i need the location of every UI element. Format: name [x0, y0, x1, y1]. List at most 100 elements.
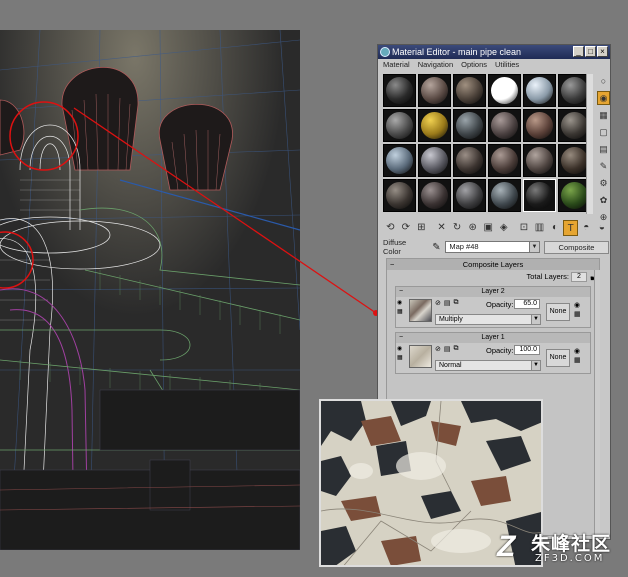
watermark-url: ZF3D.COM: [535, 553, 605, 564]
toolbar-separator: [430, 220, 434, 236]
opacity-label: Opacity:: [486, 346, 514, 355]
layer-map-thumbnail[interactable]: [409, 345, 432, 368]
menu-navigation[interactable]: Navigation: [418, 59, 453, 71]
delete-layer-icon[interactable]: ⊘: [435, 345, 441, 353]
show-map-icon[interactable]: ⊡: [517, 220, 532, 236]
diffuse-label: Diffuse Color: [383, 238, 407, 256]
material-slot[interactable]: [418, 74, 451, 107]
put-to-library-icon[interactable]: ▣: [481, 220, 496, 236]
copy-material-icon[interactable]: ↻: [450, 220, 465, 236]
material-slot[interactable]: [383, 74, 416, 107]
menu-options[interactable]: Options: [461, 59, 487, 71]
wireframe-scene: [0, 30, 300, 550]
material-slot[interactable]: [488, 109, 521, 142]
eyedropper-icon[interactable]: ✎: [430, 242, 444, 253]
assign-material-icon[interactable]: ⊞: [414, 220, 429, 236]
material-slot[interactable]: [453, 109, 486, 142]
mask-map-button[interactable]: None: [546, 349, 570, 367]
material-slot[interactable]: [453, 74, 486, 107]
total-layers-row: Total Layers: 2 ☛: [387, 270, 599, 284]
menu-material[interactable]: Material: [383, 59, 410, 71]
material-slot[interactable]: [523, 144, 556, 177]
chevron-down-icon[interactable]: ▼: [528, 242, 539, 252]
material-slot[interactable]: [488, 144, 521, 177]
material-slot[interactable]: [523, 179, 556, 212]
layer-title-bar[interactable]: − Layer 2: [396, 287, 590, 297]
material-sphere: [421, 112, 448, 139]
backlight-icon[interactable]: ◉: [597, 91, 610, 105]
options-icon[interactable]: ⚙: [597, 176, 610, 190]
mask-toggle-icon[interactable]: ◉ ▦: [574, 347, 581, 365]
toolbar-separator: [512, 220, 516, 236]
material-slot[interactable]: [418, 179, 451, 212]
material-id-icon[interactable]: ◈: [496, 220, 511, 236]
chevron-down-icon[interactable]: ▼: [531, 315, 540, 324]
rename-layer-icon[interactable]: ▤: [444, 299, 451, 307]
material-slot[interactable]: [383, 109, 416, 142]
material-slot[interactable]: [488, 74, 521, 107]
blend-mode-dropdown[interactable]: Normal ▼: [435, 360, 541, 371]
map-name-field[interactable]: Map #48 ▼: [445, 241, 540, 253]
viewport-3d[interactable]: [0, 30, 300, 550]
material-slot[interactable]: [523, 74, 556, 107]
make-preview-icon[interactable]: ✎: [597, 159, 610, 173]
layer-title-bar[interactable]: − Layer 1: [396, 333, 590, 343]
map-type-button[interactable]: Composite: [543, 240, 609, 254]
title-bar[interactable]: Material Editor - main pipe clean _ □ ×: [378, 45, 610, 59]
opacity-spinner[interactable]: 100.0: [514, 345, 540, 355]
material-slot[interactable]: [383, 179, 416, 212]
mask-map-button[interactable]: None: [546, 303, 570, 321]
material-sphere: [421, 77, 448, 104]
reset-map-icon[interactable]: ✕: [434, 220, 449, 236]
chevron-down-icon[interactable]: ▼: [531, 361, 540, 370]
window-title: Material Editor - main pipe clean: [392, 47, 522, 57]
material-sphere: [526, 77, 553, 104]
blend-mode-dropdown[interactable]: Multiply ▼: [435, 314, 541, 325]
maximize-button[interactable]: □: [585, 46, 596, 57]
opacity-spinner[interactable]: 65.0: [514, 299, 540, 309]
make-unique-icon[interactable]: ⊛: [465, 220, 480, 236]
material-sphere: [456, 112, 483, 139]
diffuse-row: Diffuse Color ✎ Map #48 ▼ Composite: [383, 238, 609, 256]
collapse-icon[interactable]: −: [399, 287, 403, 297]
material-slot[interactable]: [488, 179, 521, 212]
material-slot[interactable]: [418, 144, 451, 177]
show-in-viewport-icon[interactable]: T: [563, 220, 579, 236]
material-slot[interactable]: [453, 179, 486, 212]
duplicate-layer-icon[interactable]: ⧉: [454, 345, 459, 353]
material-slot[interactable]: [453, 144, 486, 177]
select-by-material-icon[interactable]: ✿: [597, 193, 610, 207]
duplicate-layer-icon[interactable]: ⧉: [454, 299, 459, 307]
show-end-result-icon[interactable]: ▥: [532, 220, 547, 236]
get-material-icon[interactable]: ⟲: [383, 220, 398, 236]
slots-scrollbar[interactable]: [586, 74, 593, 214]
layer-visibility-icon[interactable]: ◉ ▦: [397, 299, 407, 317]
rollout-header[interactable]: − Composite Layers: [387, 259, 599, 270]
rename-layer-icon[interactable]: ▤: [444, 345, 451, 353]
material-slot[interactable]: [418, 109, 451, 142]
material-sphere: [491, 147, 518, 174]
close-button[interactable]: ×: [597, 46, 608, 57]
go-sibling-icon[interactable]: ◒: [595, 220, 610, 236]
total-layers-value[interactable]: 2: [571, 272, 587, 282]
go-forward-icon[interactable]: ◓: [579, 220, 594, 236]
material-sphere: [386, 182, 413, 209]
video-check-icon[interactable]: ▤: [597, 142, 610, 156]
mask-toggle-icon[interactable]: ◉ ▦: [574, 301, 581, 319]
delete-layer-icon[interactable]: ⊘: [435, 299, 441, 307]
rollout-scrollbar[interactable]: [594, 270, 600, 536]
minimize-button[interactable]: _: [573, 46, 584, 57]
sample-type-icon[interactable]: ○: [597, 74, 610, 88]
collapse-icon[interactable]: −: [390, 259, 394, 270]
material-slot[interactable]: [383, 144, 416, 177]
layer-visibility-icon[interactable]: ◉ ▦: [397, 345, 407, 363]
menu-utilities[interactable]: Utilities: [495, 59, 519, 71]
uv-tiling-icon[interactable]: ▢: [597, 125, 610, 139]
go-to-parent-icon[interactable]: ◐: [548, 220, 563, 236]
sample-slots: [383, 74, 593, 214]
layer-map-thumbnail[interactable]: [409, 299, 432, 322]
put-to-scene-icon[interactable]: ⟳: [399, 220, 414, 236]
material-slot[interactable]: [523, 109, 556, 142]
collapse-icon[interactable]: −: [399, 333, 403, 343]
background-icon[interactable]: ▦: [597, 108, 610, 122]
